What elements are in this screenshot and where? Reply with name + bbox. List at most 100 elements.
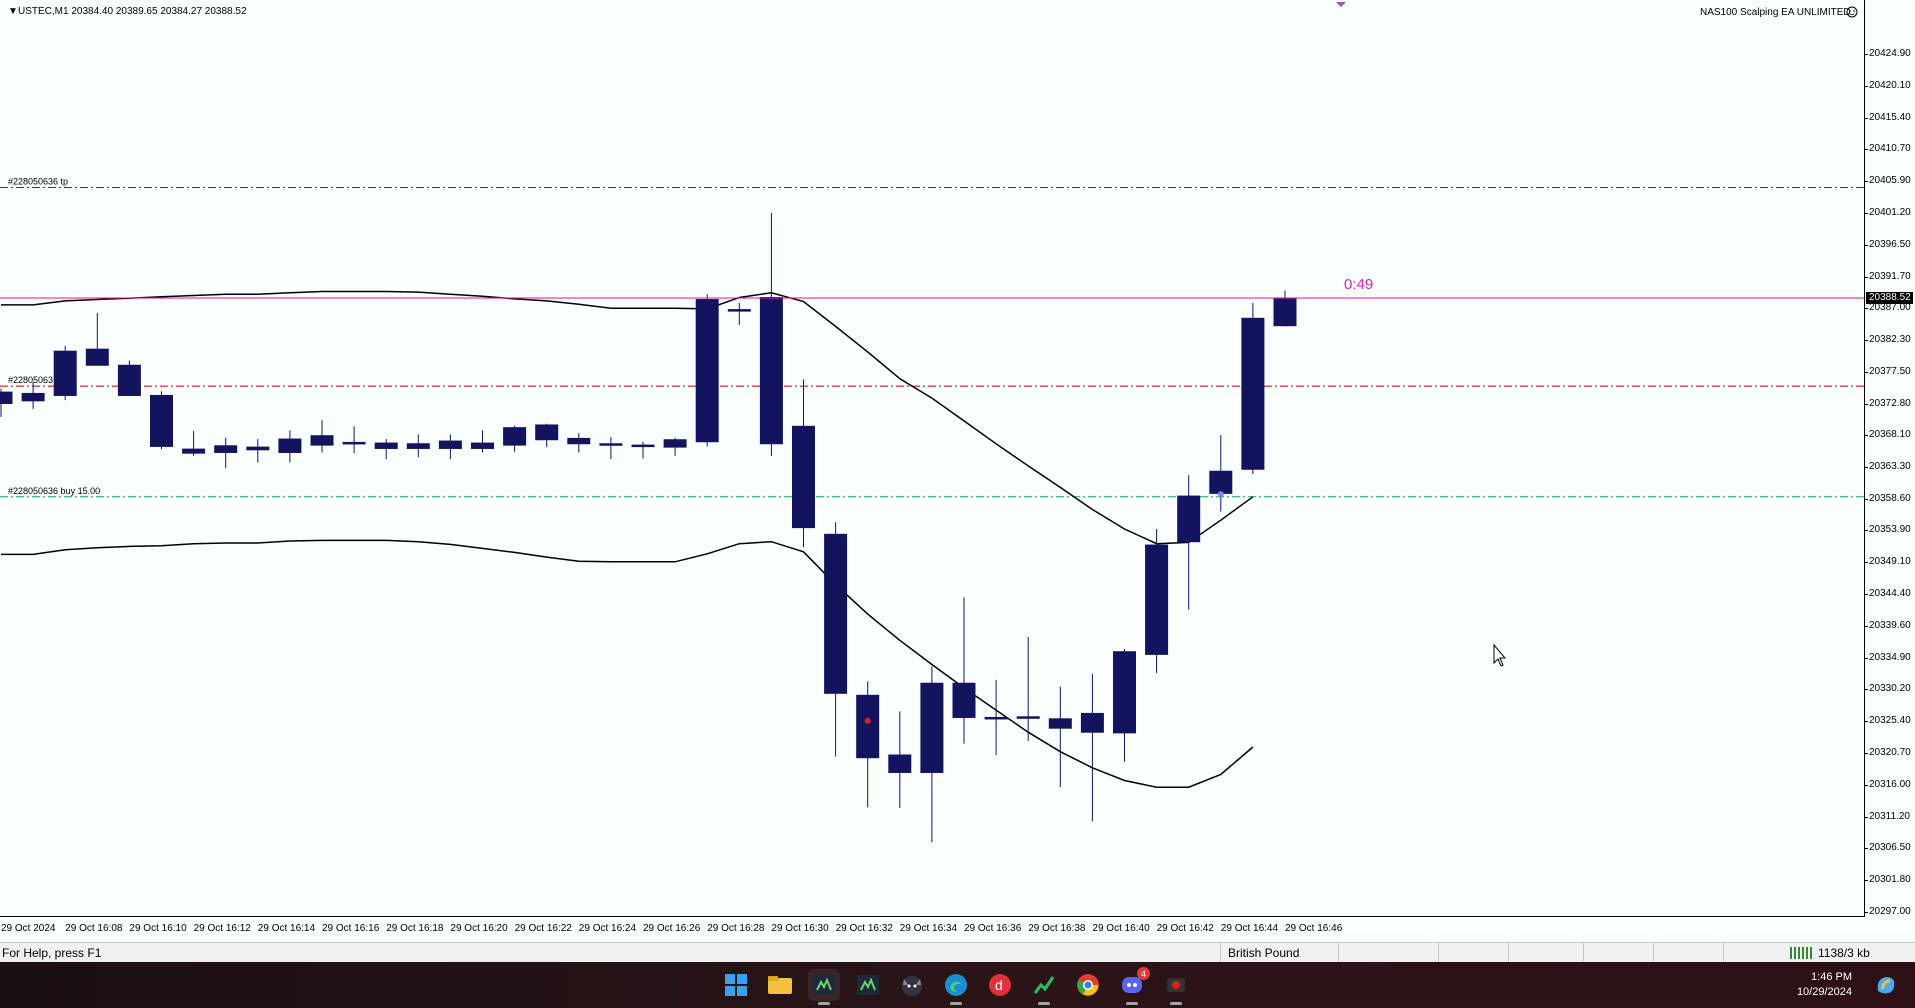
svg-text:d: d: [995, 977, 1003, 993]
status-divider: [1338, 943, 1339, 963]
price-tick-label: 20339.60: [1869, 620, 1911, 632]
candle-body: [535, 424, 559, 441]
price-tick-mark: [1865, 498, 1868, 500]
price-tick-label: 20396.50: [1869, 238, 1911, 250]
time-tick-label: 29 Oct 16:44: [1220, 923, 1279, 934]
candle: [150, 391, 173, 450]
candle-body: [471, 442, 494, 449]
order-label: #228050636 buy 15.00: [8, 486, 100, 496]
candle: [759, 212, 783, 456]
price-tick-mark: [1865, 117, 1868, 119]
candle-body: [824, 533, 848, 694]
time-tick-label: 29 Oct 16:08: [65, 923, 123, 934]
candle-body: [792, 425, 815, 529]
price-tick-mark: [1865, 403, 1868, 405]
current-price-label: 20388.52: [1866, 292, 1913, 305]
time-tick-label: 29 Oct 16:16: [322, 923, 380, 934]
candle: [406, 434, 430, 458]
candle: [278, 430, 302, 463]
metatrader-icon-2[interactable]: [852, 969, 884, 1001]
price-tick-mark: [1865, 435, 1868, 437]
candle: [824, 522, 848, 757]
price-tick-mark: [1865, 371, 1868, 373]
price-chart[interactable]: #228050636 tp #22805063 #228050636 buy 15.…: [0, 0, 1864, 916]
chart-app-icon[interactable]: [1028, 969, 1060, 1005]
candle: [374, 439, 398, 460]
candle-body: [21, 392, 45, 402]
file-explorer-icon[interactable]: [764, 969, 796, 1001]
chart-shift-marker[interactable]: [1336, 2, 1346, 7]
candle: [631, 441, 655, 459]
metatrader-icon[interactable]: [808, 969, 840, 1005]
candle-body: [759, 297, 783, 445]
chart-title-arrow[interactable]: ▼: [8, 6, 18, 17]
candle: [952, 597, 976, 744]
time-tick-label: 29 Oct 2024: [1, 923, 56, 934]
trade-entry-marker: [1217, 491, 1224, 498]
discord-icon[interactable]: 4: [1116, 967, 1150, 1005]
price-tick-label: 20320.70: [1869, 747, 1911, 758]
chrome-icon[interactable]: [1072, 969, 1104, 1001]
candle: [792, 379, 815, 548]
candle: [1048, 686, 1072, 788]
time-tick-label: 29 Oct 16:42: [1156, 923, 1214, 934]
bar-countdown: 0:49: [1344, 276, 1373, 293]
record-icon[interactable]: [1160, 969, 1192, 1005]
price-tick-label: 20382.30: [1869, 333, 1911, 345]
price-tick-label: 20368.10: [1869, 429, 1911, 441]
status-divider: [1723, 943, 1724, 963]
candle: [85, 312, 109, 366]
candle-body: [727, 309, 751, 312]
price-tick-mark: [1865, 54, 1868, 55]
candle: [856, 681, 880, 808]
candle-body: [53, 350, 77, 396]
candle: [0, 388, 13, 417]
candle-body: [1113, 651, 1136, 734]
price-tick-mark: [1865, 848, 1868, 850]
price-tick-label: 20297.00: [1869, 906, 1911, 917]
price-tick-mark: [1865, 339, 1868, 341]
price-tick-mark: [1865, 530, 1868, 532]
price-tick-label: 20330.20: [1869, 683, 1911, 695]
candle: [599, 437, 623, 460]
price-tick-label: 20405.90: [1869, 175, 1911, 187]
system-clock[interactable]: 1:46 PM 10/29/2024: [1780, 970, 1852, 1000]
red-app-icon[interactable]: d: [984, 969, 1016, 1001]
chart-window[interactable]: #228050636 tp #22805063 #228050636 buy 15.…: [0, 0, 1865, 917]
candle-body: [117, 364, 141, 396]
edge-icon[interactable]: [940, 969, 972, 1005]
clock-date: 10/29/2024: [1796, 986, 1852, 998]
candle: [342, 426, 366, 454]
candle: [1145, 528, 1169, 674]
price-tick-label: 20363.30: [1869, 461, 1911, 473]
price-tick-mark: [1865, 689, 1868, 691]
price-tick-mark: [1865, 816, 1868, 818]
candle-body: [1016, 716, 1040, 719]
windows-start-icon[interactable]: [720, 969, 752, 1001]
time-tick-label: 29 Oct 16:28: [707, 923, 765, 934]
price-tick-mark: [1865, 562, 1868, 564]
candle: [471, 430, 494, 453]
status-divider: [1438, 943, 1439, 963]
candle-body: [342, 441, 366, 445]
running-indicator: [1038, 1002, 1050, 1005]
bollinger-band-upper: [1, 290, 1254, 545]
price-tick-label: 20391.70: [1869, 270, 1911, 282]
copilot-icon[interactable]: [1870, 969, 1902, 1001]
price-tick-label: 20349.10: [1869, 556, 1911, 568]
help-text: For Help, press F1: [2, 946, 102, 960]
time-tick-label: 29 Oct 16:20: [450, 923, 508, 934]
price-tick-mark: [1865, 594, 1868, 596]
cat-app-icon[interactable]: [896, 969, 928, 1001]
time-tick-label: 29 Oct 16:18: [386, 923, 444, 934]
windows-taskbar: d 4 1:46 PM 10/29/2024: [0, 962, 1915, 1008]
candle: [1209, 435, 1233, 512]
price-tick-label: 20316.00: [1869, 778, 1911, 790]
time-axis[interactable]: 29 Oct 2024 29 Oct 16:08 29 Oct 16:10 29 Oc…: [0, 917, 1865, 943]
time-tick-label: 29 Oct 16:40: [1092, 923, 1150, 934]
candle: [663, 437, 687, 456]
candle-body: [1048, 718, 1072, 729]
price-axis[interactable]: 20424.90 20420.10 20415.40 20410.70 20405.90…: [1865, 0, 1915, 917]
candle: [310, 420, 334, 453]
expert-label: NAS100 Scalping EA UNLIMITED: [1700, 7, 1851, 18]
